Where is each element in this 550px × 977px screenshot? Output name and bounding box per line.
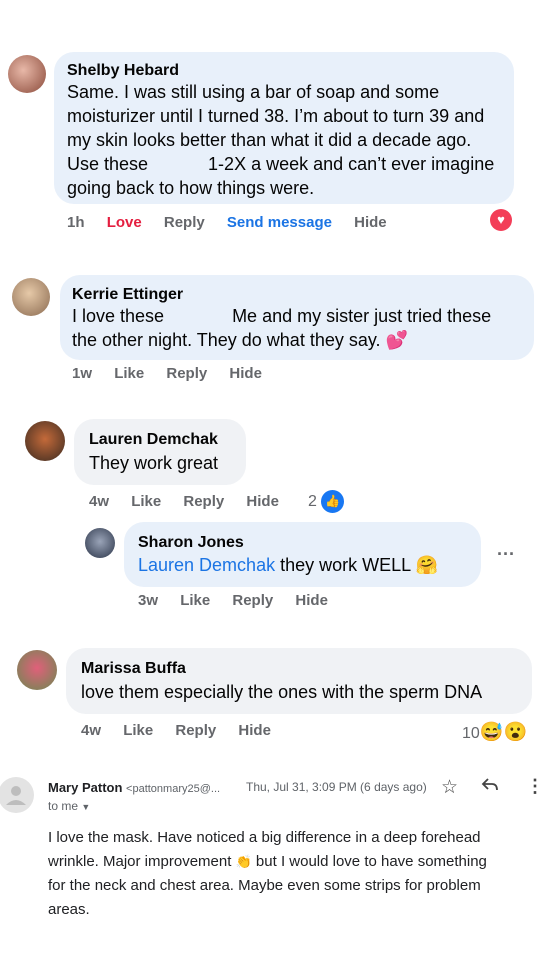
comment-time: 3w	[138, 592, 159, 609]
reply-button[interactable]: Reply	[232, 592, 273, 609]
reply-button[interactable]: Reply	[183, 493, 224, 510]
comment-text: Same. I was still using a bar of soap an…	[67, 82, 495, 198]
reply-button[interactable]: Reply	[166, 365, 207, 382]
hide-button[interactable]: Hide	[229, 365, 262, 382]
heart-reaction-icon[interactable]: ♥	[490, 209, 512, 231]
reaction-emojis: 😅😮	[479, 722, 528, 743]
like-button[interactable]: Like	[131, 493, 161, 510]
hide-button[interactable]: Hide	[246, 493, 279, 510]
hide-button[interactable]: Hide	[238, 722, 271, 739]
comment-text: love them especially the ones with the s…	[81, 682, 483, 702]
reaction-count[interactable]: 2	[308, 493, 317, 511]
comment-actions: 4w Like Reply Hide	[89, 493, 297, 510]
sender-name[interactable]: Mary Patton	[48, 780, 122, 795]
comment-time: 1h	[67, 214, 85, 231]
sender-avatar-icon	[0, 777, 34, 813]
hide-button[interactable]: Hide	[354, 214, 387, 231]
star-icon[interactable]: ☆	[441, 776, 458, 799]
comment-author[interactable]: Marissa Buffa	[81, 660, 186, 678]
comment-text: Lauren Demchak they work WELL 🤗	[138, 555, 438, 575]
like-button[interactable]: Like	[180, 592, 210, 609]
mention-link[interactable]: Lauren Demchak	[138, 555, 275, 575]
avatar-kerrie-ettinger[interactable]	[12, 278, 50, 316]
comment-author[interactable]: Lauren Demchak	[89, 431, 218, 449]
recipient-toggle[interactable]: to me ▼	[48, 799, 90, 813]
email-sender: Mary Patton <pattonmary25@...	[48, 780, 220, 795]
clapping-hands-icon: 👏	[235, 854, 252, 869]
reaction-count[interactable]: 10😅😮	[462, 720, 527, 744]
more-options-icon[interactable]: ···	[497, 544, 515, 565]
avatar-sharon-jones[interactable]	[85, 528, 115, 558]
comment-author[interactable]: Kerrie Ettinger	[72, 286, 183, 304]
avatar-lauren-demchak[interactable]	[25, 421, 65, 461]
send-message-button[interactable]: Send message	[227, 214, 332, 231]
more-vert-icon[interactable]: ⋮	[526, 776, 544, 797]
comment-actions: 1w Like Reply Hide	[72, 365, 280, 382]
comment-time: 4w	[81, 722, 102, 739]
email-body: I love the mask. Have noticed a big diff…	[48, 829, 487, 918]
like-button[interactable]: Like	[123, 722, 153, 739]
comment-text: I love these Me and my sister just tried …	[72, 306, 492, 350]
hearts-emoji: 💕	[385, 330, 408, 350]
avatar-marissa-buffa[interactable]	[17, 650, 57, 690]
sender-email: <pattonmary25@...	[126, 783, 221, 795]
comment-text: They work great	[89, 453, 219, 473]
thumbs-up-icon: 👍	[320, 489, 345, 514]
comment-author[interactable]: Shelby Hebard	[67, 62, 179, 80]
avatar-shelby-hebard[interactable]	[8, 55, 46, 93]
comment-author[interactable]: Sharon Jones	[138, 534, 244, 552]
reply-icon[interactable]	[481, 777, 499, 798]
comment-time: 1w	[72, 365, 93, 382]
comment-actions: 3w Like Reply Hide	[138, 592, 346, 609]
chevron-down-icon: ▼	[81, 802, 91, 812]
hugging-emoji: 🤗	[415, 555, 438, 575]
like-button[interactable]: Like	[114, 365, 144, 382]
comment-actions: 4w Like Reply Hide	[81, 722, 289, 739]
hide-button[interactable]: Hide	[295, 592, 328, 609]
comment-actions: 1h Love Reply Send message Hide	[67, 214, 405, 231]
love-reaction-button[interactable]: Love	[107, 214, 142, 231]
email-date: Thu, Jul 31, 3:09 PM (6 days ago)	[246, 780, 427, 794]
reply-button[interactable]: Reply	[164, 214, 205, 231]
reply-button[interactable]: Reply	[175, 722, 216, 739]
comment-time: 4w	[89, 493, 110, 510]
